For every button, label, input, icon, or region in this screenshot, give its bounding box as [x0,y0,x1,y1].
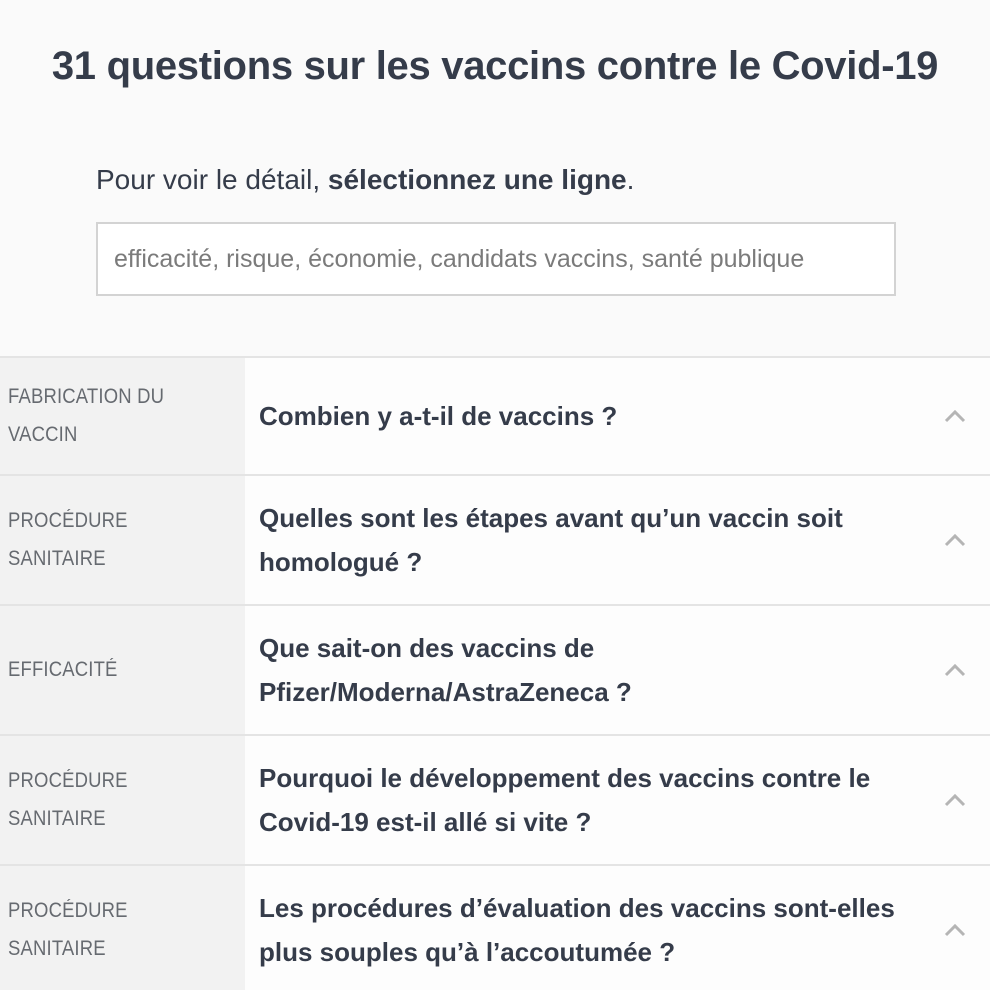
chevron-up-icon[interactable] [920,358,990,474]
chevron-up-icon[interactable] [920,866,990,990]
instruction-emphasis: sélectionnez une ligne [327,164,627,195]
faq-row[interactable]: Procédure sanitaire Les procédures d’éva… [0,866,990,990]
chevron-up-icon[interactable] [920,476,990,604]
instruction-suffix: . [626,164,635,195]
faq-question[interactable]: Les procédures d’évaluation des vaccins … [245,866,920,990]
faq-category: Efficacité [0,606,245,734]
faq-row[interactable]: Procédure sanitaire Quelles sont les éta… [0,476,990,606]
faq-row[interactable]: Procédure sanitaire Pourquoi le développ… [0,736,990,866]
faq-category: Procédure sanitaire [0,736,245,864]
instruction-text: Pour voir le détail, sélectionnez une li… [96,160,634,200]
faq-question[interactable]: Combien y a-t-il de vaccins ? [245,358,920,474]
faq-category: Procédure sanitaire [0,866,245,990]
faq-question[interactable]: Que sait-on des vaccins de Pfizer/Modern… [245,606,920,734]
faq-category: Procédure sanitaire [0,476,245,604]
page-title: 31 questions sur les vaccins contre le C… [51,44,939,88]
search-input[interactable] [96,222,896,296]
faq-row[interactable]: Efficacité Que sait-on des vaccins de Pf… [0,606,990,736]
faq-question[interactable]: Quelles sont les étapes avant qu’un vacc… [245,476,920,604]
faq-row[interactable]: Fabrication du vaccin Combien y a-t-il d… [0,358,990,476]
faq-question[interactable]: Pourquoi le développement des vaccins co… [245,736,920,864]
chevron-up-icon[interactable] [920,736,990,864]
faq-category: Fabrication du vaccin [0,358,245,474]
instruction-prefix: Pour voir le détail, [96,164,328,195]
faq-list: Fabrication du vaccin Combien y a-t-il d… [0,356,990,990]
chevron-up-icon[interactable] [920,606,990,734]
